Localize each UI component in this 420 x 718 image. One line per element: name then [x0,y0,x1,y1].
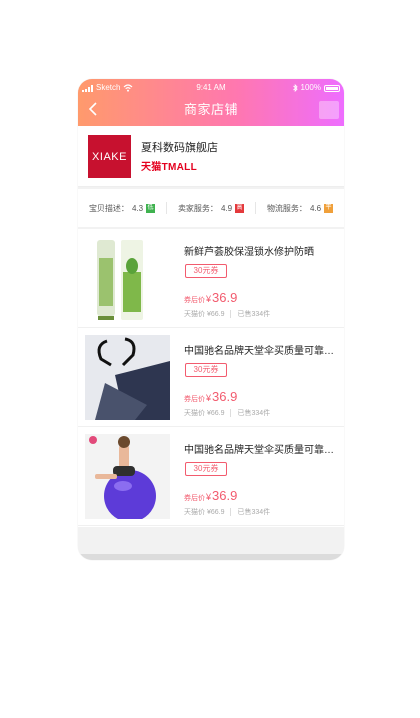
rating-logistics: 物流服务： 4.6 平 [256,202,344,214]
original-price: 天猫价 ¥66.9 [184,410,225,417]
battery-icon [324,84,340,92]
product-image-umbrella [85,335,170,420]
coupon-badge[interactable]: 30元券 [185,363,227,377]
rating-level-badge: 高 [235,203,245,213]
price-value: 36.9 [212,389,238,404]
store-name: 夏科数码旗舰店 [141,142,218,154]
meta-divider [230,409,232,417]
price-symbol: ¥ [206,294,212,304]
meta-divider [230,310,232,318]
battery-text: 100% [300,83,321,92]
price-label: 券后价 [184,495,205,502]
page-title: 商家店铺 [183,102,238,117]
price-row: 券后价 ¥ 36.9 [184,290,237,305]
bottom-bar [78,527,344,560]
tmall-label: 天猫TMALL [141,162,197,173]
bluetooth-icon [292,84,298,92]
status-bar: Sketch 9:41 AM 100% [78,82,344,94]
product-list: 新鲜芦荟胶保湿锁水修护防晒 30元券 券后价 ¥ 36.9 天猫价 ¥66.9 … [78,229,344,527]
sold-count: 已售334件 [237,311,271,318]
product-meta: 天猫价 ¥66.9 已售334件 [184,507,270,517]
rating-description: 宝贝描述： 4.3 低 [78,202,167,214]
coupon-badge[interactable]: 30元券 [185,462,227,476]
meta-divider [230,508,232,516]
rating-service: 卖家服务： 4.9 高 [167,202,256,214]
product-image-aloe-gel [85,236,170,321]
phone-screen: Sketch 9:41 AM 100% 商家店铺 XIAKE 夏科数码旗舰店 天… [78,79,344,560]
product-item[interactable]: 中国驰名品牌天堂伞买质量可靠的伞 30元券 券后价 ¥ 36.9 天猫价 ¥66… [78,427,344,526]
rating-score: 4.6 [309,203,322,213]
navbar: 商家店铺 [78,97,344,123]
price-value: 36.9 [212,290,238,305]
price-row: 券后价 ¥ 36.9 [184,389,237,404]
status-right: 100% [292,82,340,94]
rating-level-badge: 平 [324,203,334,213]
product-item[interactable]: 中国驰名品牌天堂伞买质量可靠的伞 30元券 券后价 ¥ 36.9 天猫价 ¥66… [78,328,344,427]
product-title: 中国驰名品牌天堂伞买质量可靠的伞 [184,346,338,357]
product-title: 新鲜芦荟胶保湿锁水修护防晒 [184,247,314,258]
header: Sketch 9:41 AM 100% 商家店铺 [78,79,344,126]
rating-level-badge: 低 [146,203,156,213]
price-symbol: ¥ [206,393,212,403]
original-price: 天猫价 ¥66.9 [184,311,225,318]
rating-label: 物流服务： [266,203,307,213]
product-title: 中国驰名品牌天堂伞买质量可靠的伞 [184,445,338,456]
product-image-yoga-ball [85,434,170,519]
rating-label: 卖家服务： [177,203,218,213]
ratings-bar: 宝贝描述： 4.3 低 卖家服务： 4.9 高 物流服务： 4.6 平 [78,189,344,227]
sold-count: 已售334件 [237,509,271,516]
original-price: 天猫价 ¥66.9 [184,509,225,516]
price-label: 券后价 [184,297,205,304]
coupon-badge[interactable]: 30元券 [185,264,227,278]
price-symbol: ¥ [206,492,212,502]
rating-score: 4.9 [220,203,233,213]
store-info[interactable]: XIAKE 夏科数码旗舰店 天猫TMALL [78,126,344,187]
sold-count: 已售334件 [237,410,271,417]
rating-label: 宝贝描述： [88,203,129,213]
store-logo: XIAKE [88,135,131,178]
product-meta: 天猫价 ¥66.9 已售334件 [184,309,270,319]
price-label: 券后价 [184,396,205,403]
price-value: 36.9 [212,488,238,503]
rating-score: 4.3 [131,203,144,213]
product-meta: 天猫价 ¥66.9 已售334件 [184,408,270,418]
store-logo-text: XIAKE [92,150,127,163]
product-item[interactable]: 新鲜芦荟胶保湿锁水修护防晒 30元券 券后价 ¥ 36.9 天猫价 ¥66.9 … [78,229,344,328]
price-row: 券后价 ¥ 36.9 [184,488,237,503]
nav-menu-button[interactable] [319,101,339,119]
